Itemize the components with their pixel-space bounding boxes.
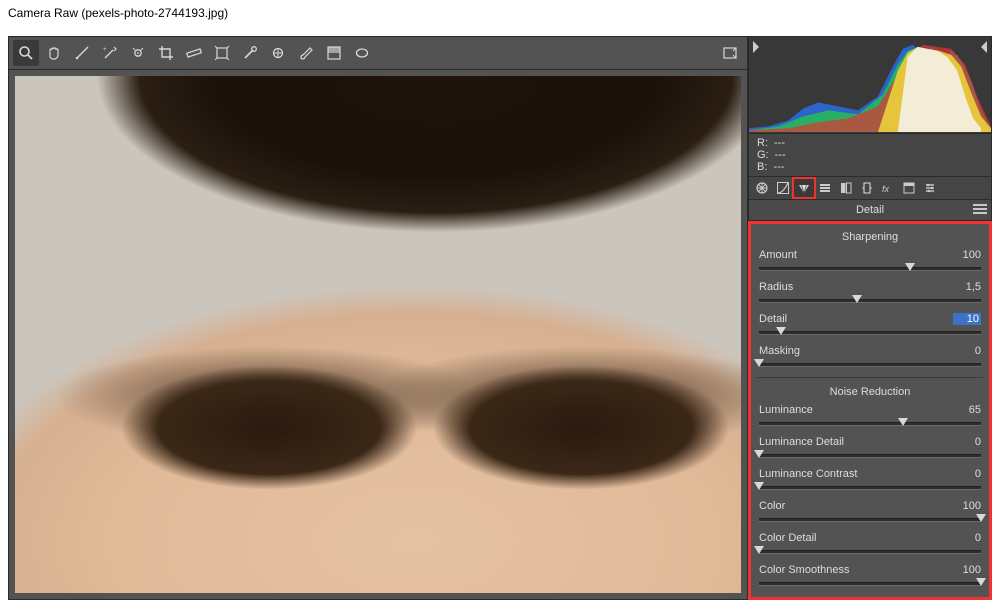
slider-thumb-icon[interactable] — [976, 514, 986, 522]
spot-removal-tool-icon[interactable] — [237, 40, 263, 66]
tab-presets-icon[interactable] — [920, 179, 940, 197]
white-balance-tool-icon[interactable] — [69, 40, 95, 66]
slider-track[interactable] — [759, 546, 981, 556]
slider-track[interactable] — [759, 359, 981, 369]
slider-track[interactable] — [759, 263, 981, 273]
slider-label: Luminance Contrast — [759, 468, 857, 480]
g-value: --- — [775, 149, 786, 161]
slider-thumb-icon[interactable] — [754, 450, 764, 458]
slider-thumb-icon[interactable] — [852, 295, 862, 303]
tab-curve-icon[interactable] — [773, 179, 793, 197]
histogram[interactable] — [748, 36, 992, 134]
crop-tool-icon[interactable] — [153, 40, 179, 66]
b-value: --- — [773, 161, 784, 173]
slider-luminance: Luminance 65 — [759, 404, 981, 428]
tab-hsl-icon[interactable] — [815, 179, 835, 197]
image-preview[interactable] — [8, 70, 748, 600]
slider-track[interactable] — [759, 450, 981, 460]
adjustment-brush-tool-icon[interactable] — [293, 40, 319, 66]
r-label: R: — [757, 137, 768, 149]
slider-thumb-icon[interactable] — [776, 327, 786, 335]
panel-header: Detail — [748, 200, 992, 221]
slider-thumb-icon[interactable] — [976, 578, 986, 586]
panel-title: Detail — [856, 204, 884, 216]
slider-thumb-icon[interactable] — [905, 263, 915, 271]
slider-color: Color 100 — [759, 500, 981, 524]
noise-title: Noise Reduction — [759, 386, 981, 398]
tab-lens-icon[interactable] — [857, 179, 877, 197]
slider-label: Luminance Detail — [759, 436, 844, 448]
slider-color-detail: Color Detail 0 — [759, 532, 981, 556]
slider-label: Luminance — [759, 404, 813, 416]
slider-track[interactable] — [759, 578, 981, 588]
slider-track[interactable] — [759, 482, 981, 492]
slider-label: Radius — [759, 281, 793, 293]
slider-thumb-icon[interactable] — [754, 359, 764, 367]
slider-track[interactable] — [759, 295, 981, 305]
graduated-filter-tool-icon[interactable] — [321, 40, 347, 66]
panel-tabs: fx — [748, 177, 992, 200]
slider-label: Detail — [759, 313, 787, 325]
slider-radius: Radius 1,5 — [759, 281, 981, 305]
slider-value[interactable]: 100 — [957, 249, 981, 261]
slider-thumb-icon[interactable] — [754, 482, 764, 490]
slider-track[interactable] — [759, 514, 981, 524]
window-title: Camera Raw (pexels-photo-2744193.jpg) — [8, 6, 228, 20]
slider-thumb-icon[interactable] — [898, 418, 908, 426]
slider-value[interactable]: 1,5 — [957, 281, 981, 293]
svg-text:+: + — [103, 47, 107, 53]
slider-label: Masking — [759, 345, 800, 357]
redeye-tool-icon[interactable] — [265, 40, 291, 66]
window-titlebar: Camera Raw (pexels-photo-2744193.jpg) — [0, 0, 1000, 27]
divider — [757, 377, 983, 378]
tab-detail-icon[interactable] — [794, 179, 814, 197]
slider-detail: Detail 10 — [759, 313, 981, 337]
top-toolbar: + — [8, 36, 748, 70]
slider-label: Color Smoothness — [759, 564, 850, 576]
sharpening-title: Sharpening — [759, 231, 981, 243]
slider-label: Amount — [759, 249, 797, 261]
slider-label: Color — [759, 500, 785, 512]
slider-label: Color Detail — [759, 532, 816, 544]
slider-value[interactable]: 0 — [957, 532, 981, 544]
radial-filter-tool-icon[interactable] — [349, 40, 375, 66]
g-label: G: — [757, 149, 769, 161]
slider-luminance-contrast: Luminance Contrast 0 — [759, 468, 981, 492]
tab-basic-icon[interactable] — [752, 179, 772, 197]
slider-luminance-detail: Luminance Detail 0 — [759, 436, 981, 460]
straighten-tool-icon[interactable] — [181, 40, 207, 66]
rgb-readout: R: --- G: --- B: --- — [748, 134, 992, 177]
slider-value[interactable]: 0 — [957, 345, 981, 357]
toggle-filmstrip-icon[interactable] — [717, 40, 743, 66]
panel-menu-icon[interactable] — [973, 204, 987, 216]
slider-track[interactable] — [759, 327, 981, 337]
tab-split-icon[interactable] — [836, 179, 856, 197]
zoom-tool-icon[interactable] — [13, 40, 39, 66]
targeted-adjust-tool-icon[interactable] — [125, 40, 151, 66]
transform-tool-icon[interactable] — [209, 40, 235, 66]
histogram-graph — [749, 37, 991, 132]
color-sampler-tool-icon[interactable]: + — [97, 40, 123, 66]
slider-track[interactable] — [759, 418, 981, 428]
slider-value[interactable]: 10 — [953, 313, 981, 325]
hand-tool-icon[interactable] — [41, 40, 67, 66]
slider-value[interactable]: 0 — [957, 468, 981, 480]
tab-calibration-icon[interactable] — [899, 179, 919, 197]
svg-text:fx: fx — [882, 184, 890, 194]
b-label: B: — [757, 161, 767, 173]
slider-value[interactable]: 100 — [957, 500, 981, 512]
photo-content — [15, 76, 741, 593]
slider-masking: Masking 0 — [759, 345, 981, 369]
slider-value[interactable]: 100 — [957, 564, 981, 576]
tab-fx-icon[interactable]: fx — [878, 179, 898, 197]
slider-value[interactable]: 0 — [957, 436, 981, 448]
slider-color-smoothness: Color Smoothness 100 — [759, 564, 981, 588]
slider-thumb-icon[interactable] — [754, 546, 764, 554]
slider-value[interactable]: 65 — [957, 404, 981, 416]
detail-panel: Sharpening Amount 100 Radius 1,5 — [748, 221, 992, 600]
r-value: --- — [774, 137, 785, 149]
slider-amount: Amount 100 — [759, 249, 981, 273]
